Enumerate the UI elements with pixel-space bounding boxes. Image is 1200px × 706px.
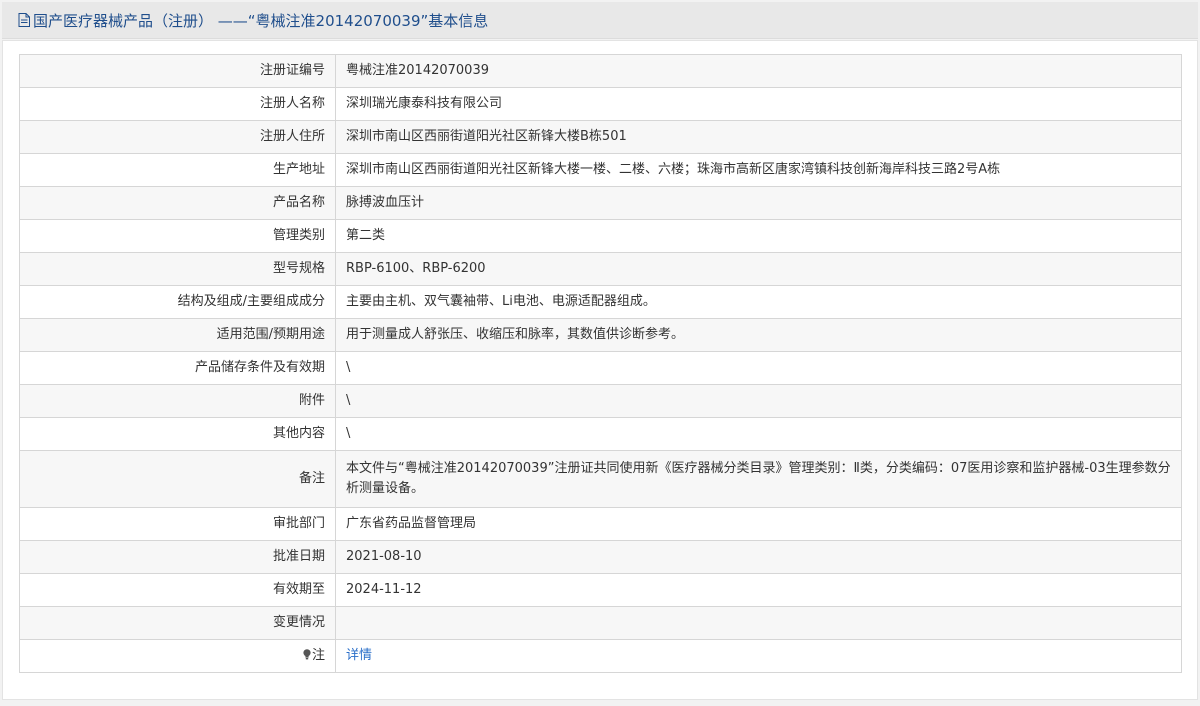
row-label: 审批部门 (19, 507, 336, 541)
row-label: 变更情况 (19, 606, 336, 640)
row-value: 主要由主机、双气囊袖带、Li电池、电源适配器组成。 (335, 285, 1182, 319)
table-row: 附件 \ (19, 384, 1182, 418)
table-row: 产品名称 脉搏波血压计 (19, 186, 1182, 220)
row-value: \ (335, 417, 1182, 451)
row-value (335, 606, 1182, 640)
row-value: \ (335, 384, 1182, 418)
row-value: 广东省药品监督管理局 (335, 507, 1182, 541)
row-label: 备注 (19, 450, 336, 508)
row-label: 注册证编号 (19, 54, 336, 88)
table-row: 有效期至 2024-11-12 (19, 573, 1182, 607)
row-value: 用于测量成人舒张压、收缩压和脉率，其数值供诊断参考。 (335, 318, 1182, 352)
row-label: 产品名称 (19, 186, 336, 220)
table-row: 注册人名称 深圳瑞光康泰科技有限公司 (19, 87, 1182, 121)
table-row: 适用范围/预期用途 用于测量成人舒张压、收缩压和脉率，其数值供诊断参考。 (19, 318, 1182, 352)
row-label: 注册人住所 (19, 120, 336, 154)
table-row: 注册证编号 粤械注准20142070039 (19, 54, 1182, 88)
table-row: 其他内容 \ (19, 417, 1182, 451)
info-panel: 注册证编号 粤械注准20142070039 注册人名称 深圳瑞光康泰科技有限公司… (2, 40, 1198, 700)
page-title: 国产医疗器械产品（注册） ——“粤械注准20142070039”基本信息 (33, 11, 489, 30)
row-label: 附件 (19, 384, 336, 418)
row-label: 生产地址 (19, 153, 336, 187)
basic-info-table: 注册证编号 粤械注准20142070039 注册人名称 深圳瑞光康泰科技有限公司… (19, 54, 1182, 673)
lightbulb-icon (303, 649, 311, 660)
table-row: 审批部门 广东省药品监督管理局 (19, 507, 1182, 541)
row-value: RBP-6100、RBP-6200 (335, 252, 1182, 286)
row-value: 深圳市南山区西丽街道阳光社区新锋大楼B栋501 (335, 120, 1182, 154)
document-icon (18, 13, 30, 27)
row-value: 脉搏波血压计 (335, 186, 1182, 220)
table-row: 型号规格 RBP-6100、RBP-6200 (19, 252, 1182, 286)
page-header: 国产医疗器械产品（注册） ——“粤械注准20142070039”基本信息 (2, 2, 1198, 39)
detail-link[interactable]: 详情 (346, 648, 372, 663)
row-value: 2024-11-12 (335, 573, 1182, 607)
note-label-cell: 注 (19, 639, 336, 673)
row-label: 管理类别 (19, 219, 336, 253)
table-row: 批准日期 2021-08-10 (19, 540, 1182, 574)
table-row-note: 注 详情 (19, 639, 1182, 673)
table-row: 管理类别 第二类 (19, 219, 1182, 253)
row-label: 型号规格 (19, 252, 336, 286)
row-label: 其他内容 (19, 417, 336, 451)
row-label: 批准日期 (19, 540, 336, 574)
row-value: 第二类 (335, 219, 1182, 253)
row-label: 有效期至 (19, 573, 336, 607)
note-label: 注 (311, 648, 325, 663)
row-value: 深圳市南山区西丽街道阳光社区新锋大楼一楼、二楼、六楼；珠海市高新区唐家湾镇科技创… (335, 153, 1182, 187)
table-row: 注册人住所 深圳市南山区西丽街道阳光社区新锋大楼B栋501 (19, 120, 1182, 154)
row-value: 本文件与“粤械注准20142070039”注册证共同使用新《医疗器械分类目录》管… (335, 450, 1182, 508)
row-value: 深圳瑞光康泰科技有限公司 (335, 87, 1182, 121)
table-row: 变更情况 (19, 606, 1182, 640)
row-label: 适用范围/预期用途 (19, 318, 336, 352)
table-row: 结构及组成/主要组成成分 主要由主机、双气囊袖带、Li电池、电源适配器组成。 (19, 285, 1182, 319)
row-value: 2021-08-10 (335, 540, 1182, 574)
row-value: \ (335, 351, 1182, 385)
row-value: 粤械注准20142070039 (335, 54, 1182, 88)
row-label: 产品储存条件及有效期 (19, 351, 336, 385)
row-label: 结构及组成/主要组成成分 (19, 285, 336, 319)
table-row: 备注 本文件与“粤械注准20142070039”注册证共同使用新《医疗器械分类目… (19, 450, 1182, 508)
note-value-cell: 详情 (335, 639, 1182, 673)
table-row: 产品储存条件及有效期 \ (19, 351, 1182, 385)
table-row: 生产地址 深圳市南山区西丽街道阳光社区新锋大楼一楼、二楼、六楼；珠海市高新区唐家… (19, 153, 1182, 187)
row-label: 注册人名称 (19, 87, 336, 121)
